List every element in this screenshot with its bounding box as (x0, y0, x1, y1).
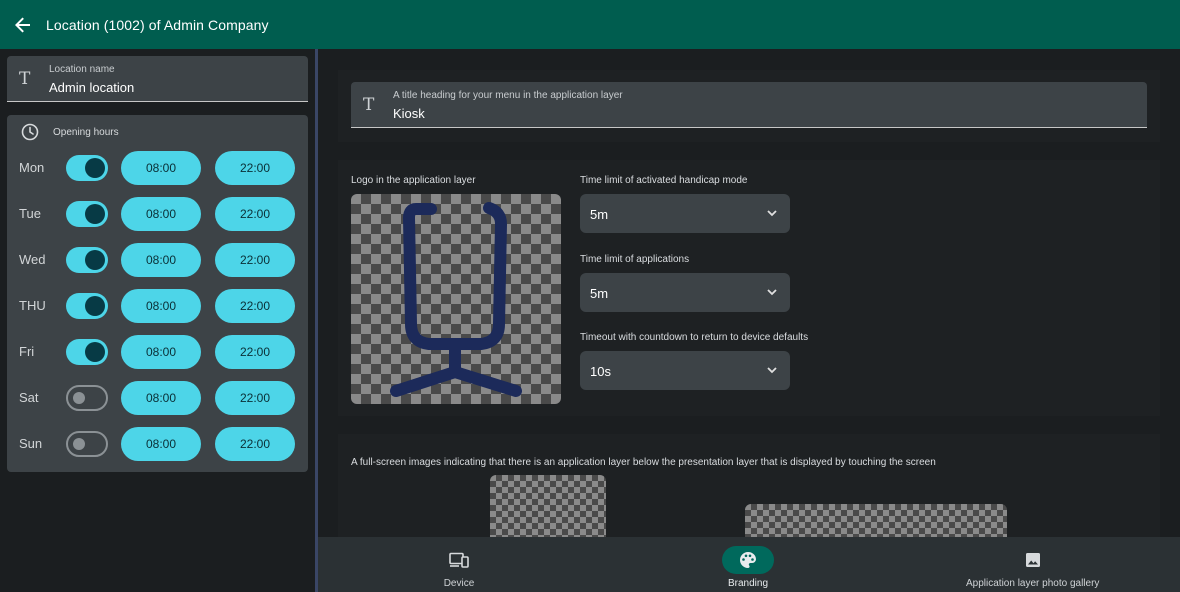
end-time-button[interactable]: 22:00 (215, 197, 295, 231)
end-time-button[interactable]: 22:00 (215, 335, 295, 369)
logo-label: Logo in the application layer (351, 175, 476, 186)
day-row-fri: Fri 08:00 22:00 (7, 335, 308, 369)
location-name-value: Admin location (49, 80, 135, 95)
opening-hours-label: Opening hours (53, 126, 119, 138)
countdown-timeout-label: Timeout with countdown to return to devi… (580, 332, 809, 343)
nav-label: Branding (727, 578, 769, 589)
start-time-button[interactable]: 08:00 (121, 335, 201, 369)
menu-title-field[interactable]: T A title heading for your menu in the a… (351, 82, 1147, 128)
day-label: THU (19, 298, 46, 313)
day-row-wed: Wed 08:00 22:00 (7, 243, 308, 277)
back-button[interactable] (0, 0, 46, 49)
start-time-button[interactable]: 08:00 (121, 197, 201, 231)
palette-icon (740, 552, 756, 568)
handicap-limit-label: Time limit of activated handicap mode (580, 175, 748, 186)
text-field-icon: T (363, 95, 375, 115)
branding-pane[interactable]: T A title heading for your menu in the a… (318, 49, 1180, 537)
chevron-down-icon (767, 210, 777, 217)
toggle-knob (85, 158, 105, 178)
toggle-knob (85, 250, 105, 270)
opening-hours-card: Opening hours Mon 08:00 22:00 Tue 08:00 … (7, 115, 308, 472)
day-toggle[interactable] (66, 247, 108, 273)
toggle-knob (73, 438, 85, 450)
day-toggle[interactable] (66, 339, 108, 365)
logo-image[interactable] (351, 194, 561, 404)
start-time-button[interactable]: 08:00 (121, 289, 201, 323)
day-label: Sat (19, 390, 39, 405)
day-row-tue: Tue 08:00 22:00 (7, 197, 308, 231)
nav-photo-gallery[interactable]: Application layer photo gallery (966, 537, 1099, 592)
handicap-limit-select[interactable]: 5m (580, 194, 790, 233)
text-field-icon: T (19, 69, 31, 89)
fullscreen-image-portrait[interactable] (490, 475, 606, 537)
nav-icon-wrap (1007, 546, 1059, 574)
end-time-button[interactable]: 22:00 (215, 151, 295, 185)
bottom-navigation: Device Branding Application layer photo … (318, 537, 1180, 592)
day-label: Fri (19, 344, 35, 359)
countdown-timeout-value: 10s (590, 364, 611, 379)
day-label: Tue (19, 206, 41, 221)
end-time-button[interactable]: 22:00 (215, 381, 295, 415)
image-icon (1025, 553, 1040, 567)
fullscreen-images-label: A full-screen images indicating that the… (351, 457, 936, 468)
day-row-sat: Sat 08:00 22:00 (7, 381, 308, 415)
day-label: Mon (19, 160, 45, 175)
toggle-knob (85, 204, 105, 224)
toggle-knob (85, 296, 105, 316)
day-toggle[interactable] (66, 201, 108, 227)
start-time-button[interactable]: 08:00 (121, 427, 201, 461)
day-toggle[interactable] (66, 385, 108, 411)
end-time-button[interactable]: 22:00 (215, 427, 295, 461)
chair-logo-icon (390, 202, 522, 397)
location-name-label: Location name (49, 64, 115, 75)
start-time-button[interactable]: 08:00 (121, 151, 201, 185)
devices-icon (449, 552, 469, 568)
menu-title-value: Kiosk (393, 106, 425, 121)
arrow-left-icon (15, 17, 30, 32)
countdown-timeout-select[interactable]: 10s (580, 351, 790, 390)
app-limit-value: 5m (590, 286, 609, 301)
start-time-button[interactable]: 08:00 (121, 243, 201, 277)
end-time-button[interactable]: 22:00 (215, 289, 295, 323)
day-toggle[interactable] (66, 155, 108, 181)
location-name-field[interactable]: T Location name Admin location (7, 56, 308, 102)
chevron-down-icon (767, 289, 777, 296)
nav-label: Application layer photo gallery (966, 578, 1100, 589)
page-title: Location (1002) of Admin Company (46, 16, 269, 33)
opening-hours-header: Opening hours (21, 123, 119, 141)
app-limit-select[interactable]: 5m (580, 273, 790, 312)
menu-title-label: A title heading for your menu in the app… (393, 90, 623, 101)
end-time-button[interactable]: 22:00 (215, 243, 295, 277)
day-row-sun: Sun 08:00 22:00 (7, 427, 308, 461)
day-toggle[interactable] (66, 293, 108, 319)
app-limit-label: Time limit of applications (580, 254, 690, 265)
toggle-knob (73, 392, 85, 404)
day-label: Sun (19, 436, 43, 451)
nav-device[interactable]: Device (433, 537, 485, 592)
clock-icon (21, 123, 39, 141)
day-label: Wed (19, 252, 46, 267)
left-pane: T Location name Admin location Opening h… (0, 49, 315, 592)
nav-label: Device (443, 578, 475, 589)
day-row-mon: Mon 08:00 22:00 (7, 151, 308, 185)
start-time-button[interactable]: 08:00 (121, 381, 201, 415)
day-toggle[interactable] (66, 431, 108, 457)
chevron-down-icon (767, 367, 777, 374)
toggle-knob (85, 342, 105, 362)
nav-icon-wrap (722, 546, 774, 574)
day-row-thu: THU 08:00 22:00 (7, 289, 308, 323)
nav-icon-wrap (433, 546, 485, 574)
handicap-limit-value: 5m (590, 207, 609, 222)
nav-branding[interactable]: Branding (722, 537, 774, 592)
fullscreen-image-landscape[interactable] (745, 504, 1007, 537)
app-bar: Location (1002) of Admin Company (0, 0, 1180, 49)
